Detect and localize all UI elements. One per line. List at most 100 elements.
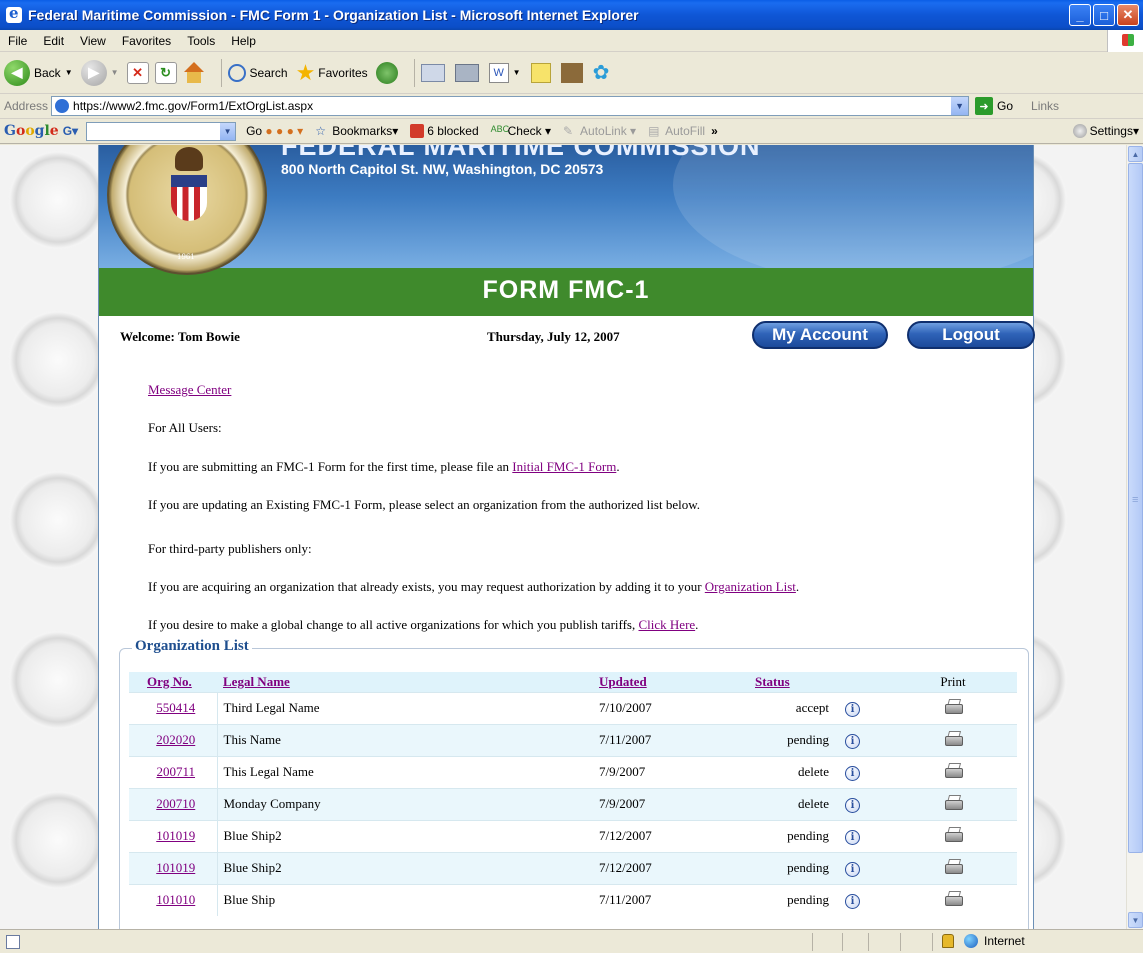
back-button[interactable]: ◀ Back ▼ (4, 59, 73, 86)
popup-blocker-button[interactable]: 6 blocked (410, 124, 479, 138)
print-icon[interactable] (944, 859, 963, 874)
logout-button[interactable]: Logout (907, 321, 1035, 349)
menu-edit[interactable]: Edit (35, 34, 72, 48)
scroll-up-icon[interactable]: ▲ (1128, 146, 1143, 162)
google-search-dropdown-icon[interactable]: ▼ (220, 122, 236, 140)
mail-icon[interactable] (420, 63, 445, 82)
status-cell: accept (749, 691, 839, 724)
menu-favorites[interactable]: Favorites (114, 34, 179, 48)
address-dropdown-icon[interactable]: ▼ (951, 97, 969, 115)
print-icon[interactable] (944, 699, 963, 714)
print-icon[interactable] (944, 795, 963, 810)
org-number[interactable]: 550414 (156, 700, 195, 715)
org-number[interactable]: 200711 (156, 764, 195, 779)
address-input[interactable]: https://www2.fmc.gov/Form1/ExtOrgList.as… (51, 96, 970, 116)
menu-file[interactable]: File (0, 34, 35, 48)
org-number[interactable]: 101019 (156, 860, 195, 875)
spellcheck-button[interactable]: ABC Check ▾ (491, 124, 551, 138)
click-here-link[interactable]: Click Here (639, 617, 696, 632)
go-button[interactable]: ➜ Go (975, 97, 1013, 115)
my-account-button[interactable]: My Account (752, 321, 888, 349)
org-number[interactable]: 101019 (156, 828, 195, 843)
window-title: Federal Maritime Commission - FMC Form 1… (28, 7, 639, 23)
toolbar-overflow-icon[interactable]: » (711, 124, 718, 138)
info-icon[interactable]: i (845, 893, 860, 909)
col-org-no-header[interactable]: Org No. (129, 672, 217, 692)
research-icon[interactable] (560, 62, 583, 83)
legal-name-cell: Blue Ship2 (216, 819, 593, 852)
autolink-icon: ✎ (563, 124, 574, 138)
info-cell: i (839, 851, 883, 884)
org-number-link[interactable]: 101019 (129, 851, 217, 884)
home-icon[interactable] (183, 61, 205, 84)
org-number[interactable]: 200710 (156, 796, 195, 811)
all-users-heading: For All Users: (148, 420, 222, 435)
org-number[interactable]: 202020 (156, 732, 195, 747)
info-icon[interactable]: i (845, 765, 860, 781)
table-row[interactable]: 101019 Blue Ship2 7/12/2007 pending i (129, 851, 1017, 884)
stop-icon[interactable]: ✕ (126, 61, 149, 84)
col-status-header[interactable]: Status (749, 672, 839, 692)
close-button[interactable]: ✕ (1117, 4, 1139, 26)
discuss-icon[interactable] (530, 62, 551, 83)
info-icon[interactable]: i (845, 829, 860, 845)
search-button[interactable]: Search (227, 63, 288, 82)
back-dropdown-icon[interactable]: ▼ (65, 68, 73, 77)
table-row[interactable]: 202020 This Name 7/11/2007 pending i (129, 723, 1017, 756)
history-icon[interactable] (375, 61, 398, 84)
autofill-icon: ▤ (648, 124, 660, 138)
scroll-down-icon[interactable]: ▼ (1128, 912, 1143, 928)
message-center-link[interactable]: Message Center (148, 382, 231, 397)
org-number-link[interactable]: 200710 (129, 787, 217, 820)
maximize-button[interactable]: □ (1093, 4, 1115, 26)
vertical-scrollbar[interactable]: ▲ ▼ (1126, 145, 1143, 929)
menu-tools[interactable]: Tools (179, 34, 223, 48)
forward-dropdown-icon[interactable]: ▼ (111, 68, 119, 77)
google-go-button[interactable]: Go ● ● ● ▾ (246, 124, 303, 138)
print-icon[interactable] (944, 763, 963, 778)
google-menu-icon[interactable]: G▾ (63, 124, 78, 138)
google-search-input[interactable]: ▼ (86, 121, 237, 141)
autofill-button[interactable]: ▤ AutoFill (648, 124, 705, 138)
table-row[interactable]: 550414 Third Legal Name 7/10/2007 accept i (129, 691, 1017, 724)
settings-button[interactable]: Settings ▾ (1072, 124, 1139, 138)
minimize-button[interactable]: _ (1069, 4, 1091, 26)
print-icon[interactable] (454, 63, 479, 82)
print-icon[interactable] (944, 891, 963, 907)
table-row[interactable]: 101019 Blue Ship2 7/12/2007 pending i (129, 819, 1017, 852)
org-number-link[interactable]: 101019 (129, 819, 217, 852)
favorites-button[interactable]: ★ Favorites (296, 60, 368, 86)
org-number[interactable]: 101010 (156, 892, 195, 907)
table-row[interactable]: 200711 This Legal Name 7/9/2007 delete i (129, 755, 1017, 788)
print-icon[interactable] (944, 731, 963, 746)
google-logo[interactable]: Google (4, 123, 59, 139)
info-icon[interactable]: i (845, 701, 860, 717)
info-icon[interactable]: i (845, 861, 860, 877)
bookmarks-button[interactable]: ☆ Bookmarks ▾ (315, 124, 398, 138)
refresh-icon[interactable]: ↻ (154, 61, 177, 84)
info-icon[interactable]: i (845, 733, 860, 749)
menu-help[interactable]: Help (223, 34, 264, 48)
col-legal-name-header[interactable]: Legal Name (217, 672, 593, 692)
print-icon[interactable] (944, 827, 963, 842)
menu-view[interactable]: View (72, 34, 114, 48)
autolink-button[interactable]: ✎ AutoLink ▾ (563, 124, 636, 138)
table-row[interactable]: 101010 Blue Ship 7/11/2007 pending i (129, 883, 1017, 916)
org-number-link[interactable]: 200711 (129, 755, 217, 788)
col-updated-header[interactable]: Updated (593, 672, 749, 692)
secure-lock-icon[interactable] (942, 934, 954, 948)
table-row[interactable]: 200710 Monday Company 7/9/2007 delete i (129, 787, 1017, 820)
info-icon[interactable]: i (845, 797, 860, 813)
org-number-link[interactable]: 202020 (129, 723, 217, 756)
edit-dropdown-icon[interactable]: ▼ (513, 68, 521, 77)
organization-list-link[interactable]: Organization List (705, 579, 796, 594)
scroll-thumb[interactable] (1128, 163, 1143, 853)
org-number-link[interactable]: 550414 (129, 691, 217, 724)
org-number-link[interactable]: 101010 (129, 883, 217, 916)
forward-button[interactable]: ▶ ▼ (80, 59, 119, 86)
messenger-icon[interactable]: ✿ (593, 60, 610, 85)
links-button[interactable]: Links (1031, 99, 1059, 113)
edit-word-icon[interactable]: W (488, 62, 509, 83)
initial-form-link[interactable]: Initial FMC-1 Form (512, 459, 616, 474)
bookmarks-star-icon: ☆ (315, 124, 326, 138)
